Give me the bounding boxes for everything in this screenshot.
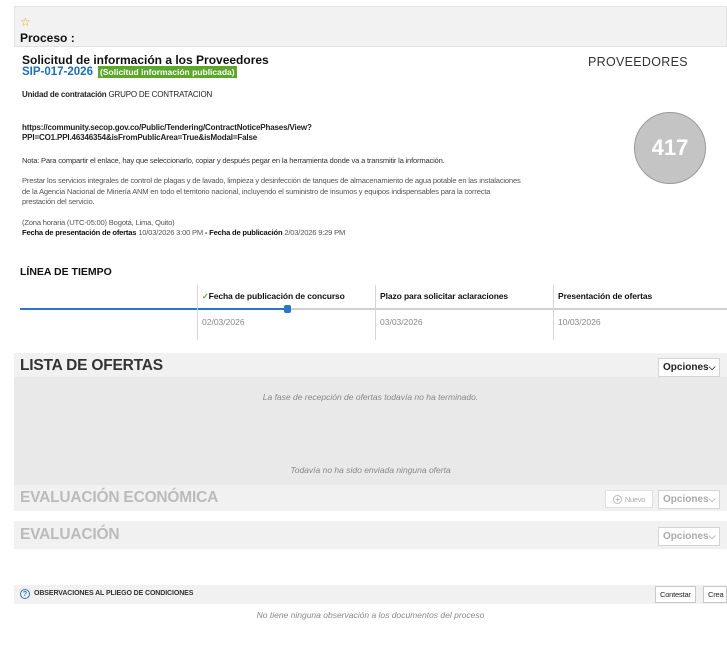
evaluation-header (14, 521, 727, 549)
evaluation-options-label[interactable]: Opciones (663, 531, 709, 542)
offers-phase-message: La fase de recepción de ofertas todavía … (262, 392, 479, 402)
suppliers-title: PROVEEDORES (588, 55, 688, 69)
chevron-down-icon: ⌵ (708, 362, 716, 372)
timeline-step-label: ✓Fecha de publicación de concurso (198, 285, 375, 301)
share-link[interactable]: https://community.secop.gov.co/Public/Te… (22, 123, 312, 143)
process-title: Solicitud de información a los Proveedor… (22, 53, 269, 67)
answer-button[interactable]: Contestar (655, 586, 696, 603)
offers-options-label[interactable]: Opciones (663, 362, 709, 373)
timeline-step-label: Plazo para solicitar aclaraciones (380, 291, 509, 301)
timeline-step-date: 02/03/2026 (202, 317, 245, 327)
check-icon: ✓ (202, 292, 209, 301)
offer-date-label: Fecha de presentación de ofertas (22, 228, 137, 237)
evaluation-title: EVALUACIÓN (20, 526, 120, 543)
timeline-step: Plazo para solicitar aclaraciones 03/03/… (375, 285, 553, 340)
contracting-unit: Unidad de contratación GRUPO DE CONTRATA… (22, 90, 212, 99)
plus-icon: + (612, 494, 622, 504)
new-evaluation-button[interactable]: + Nuevo (605, 490, 653, 508)
timeline-title: LÍNEA DE TIEMPO (20, 266, 112, 278)
observations-title: OBSERVACIONES AL PLIEGO DE CONDICIONES (34, 590, 194, 597)
offers-list-title: LISTA DE OFERTAS (20, 357, 163, 374)
process-code: SIP-017-2026 (22, 66, 93, 78)
help-icon[interactable]: ? (20, 589, 30, 599)
timeline-step-date: 10/03/2026 (558, 317, 601, 327)
share-note: Nota: Para compartir el enlace, hay que … (22, 156, 445, 165)
process-description: Prestar los servicios integrales de cont… (22, 176, 521, 206)
chevron-down-icon: ⌵ (708, 494, 716, 504)
chevron-down-icon: ⌵ (708, 531, 716, 541)
offer-date-value: 10/03/2026 3:00 PM (138, 228, 204, 237)
publication-date-label: Fecha de publicación (209, 228, 283, 237)
share-link-line-2[interactable]: PPI=CO1.PPI.46346354&isFromPublicArea=Tr… (22, 133, 312, 143)
observations-empty-message: No tiene ninguna observación a los docum… (256, 610, 485, 620)
offers-options-button[interactable]: Opciones⌵ (658, 358, 721, 377)
status-badge: (Solicitud información publicada) (98, 66, 237, 78)
timeline-step: Presentación de ofertas 10/03/2026 (553, 285, 727, 340)
economic-options-button[interactable]: Opciones⌵ (658, 490, 721, 509)
process-label: Proceso : (20, 31, 75, 45)
process-dates: Fecha de presentación de ofertas 10/03/2… (22, 228, 345, 237)
economic-options-label[interactable]: Opciones (663, 494, 709, 505)
timeline-step-text: Fecha de publicación de concurso (208, 291, 345, 301)
favorite-star-icon[interactable]: ☆ (20, 16, 31, 28)
process-code-line: SIP-017-2026 (Solicitud información publ… (22, 66, 237, 78)
economic-evaluation-title: EVALUACIÓN ECONÓMICA (20, 489, 219, 506)
publication-date-value: 2/03/2026 9:29 PM (284, 228, 346, 237)
suppliers-count-badge[interactable]: 417 (634, 112, 706, 184)
timezone-text: (Zona horaria (UTC-05:00) Bogotá, Lima, … (22, 218, 175, 227)
timeline-step-date: 03/03/2026 (380, 317, 423, 327)
contracting-unit-label: Unidad de contratación (22, 90, 107, 99)
new-evaluation-label[interactable]: Nuevo (625, 495, 645, 504)
create-button[interactable]: Crea (703, 586, 727, 603)
offers-empty-message: Todavía no ha sido enviada ninguna ofert… (290, 465, 451, 475)
share-link-line-1[interactable]: https://community.secop.gov.co/Public/Te… (22, 123, 312, 133)
timeline-step: ✓Fecha de publicación de concurso 02/03/… (197, 285, 375, 340)
contracting-unit-value: GRUPO DE CONTRATACION (108, 90, 213, 99)
timeline-step-label: Presentación de ofertas (558, 291, 653, 301)
evaluation-options-button[interactable]: Opciones⌵ (658, 527, 721, 546)
